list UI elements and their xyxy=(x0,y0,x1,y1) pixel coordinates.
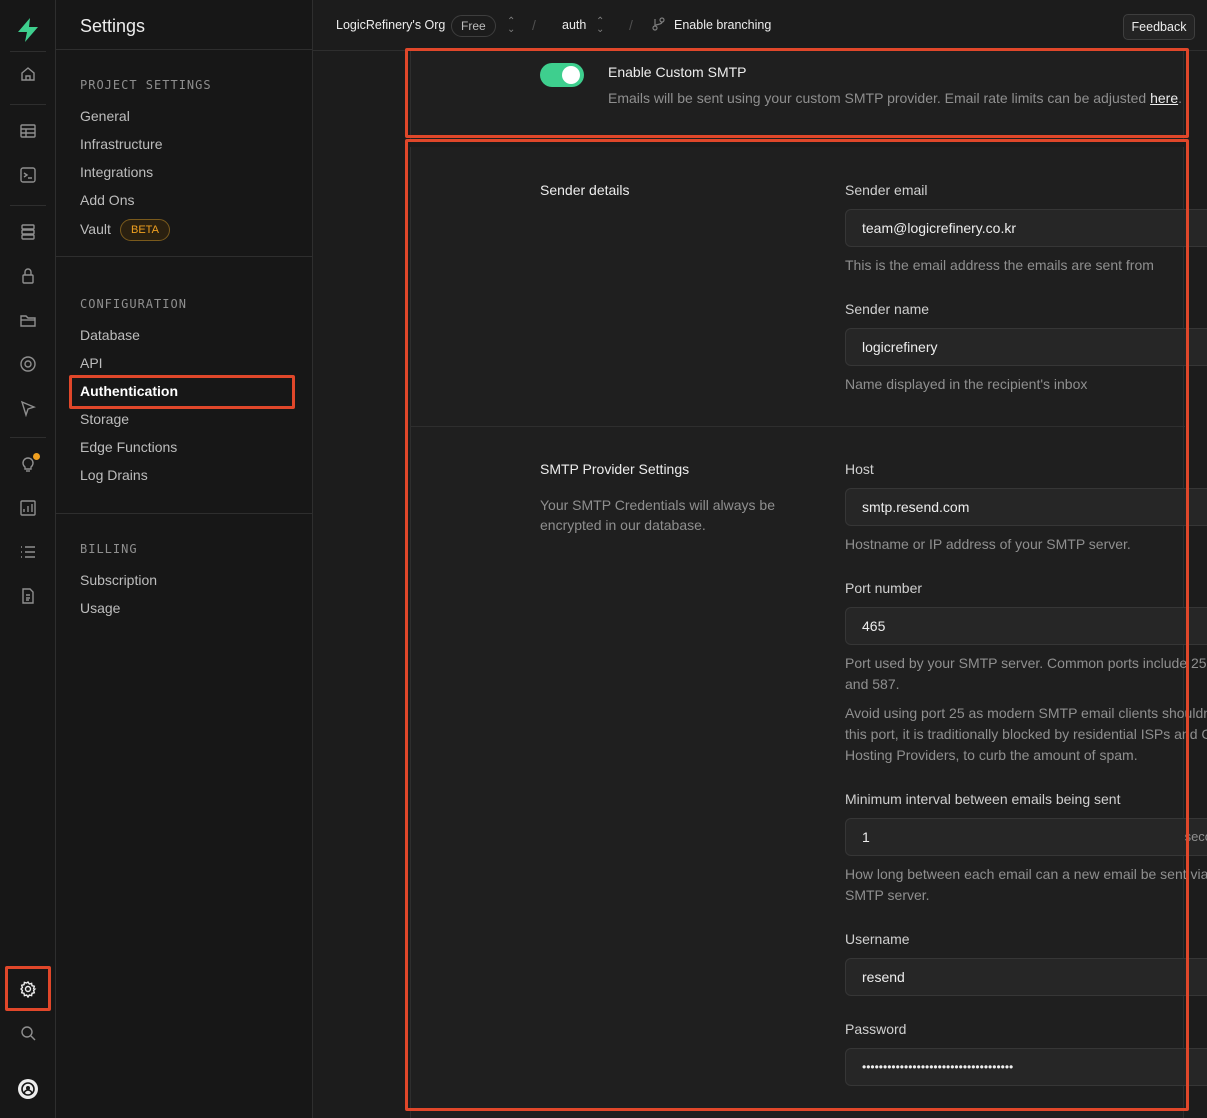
smtp-settings-highlight xyxy=(405,139,1189,1111)
menu-item-api[interactable]: API xyxy=(80,355,103,371)
menu-item-general[interactable]: General xyxy=(80,108,130,124)
supabase-logo-icon[interactable] xyxy=(14,16,42,44)
icon-rail xyxy=(0,0,56,1118)
menu-item-storage[interactable]: Storage xyxy=(80,411,129,427)
logs-icon[interactable] xyxy=(16,540,40,564)
feedback-button[interactable]: Feedback xyxy=(1123,14,1195,40)
auth-lock-icon[interactable] xyxy=(16,264,40,288)
menu-item-vault[interactable]: Vault xyxy=(80,221,111,237)
storage-icon[interactable] xyxy=(16,308,40,332)
settings-menu: Settings PROJECT SETTINGS General Infras… xyxy=(56,0,313,1118)
group-title-billing: BILLING xyxy=(80,542,138,556)
menu-item-database[interactable]: Database xyxy=(80,327,140,343)
menu-item-usage[interactable]: Usage xyxy=(80,600,120,616)
enable-branching-button[interactable]: Enable branching xyxy=(674,18,771,32)
org-switcher-chevron-icon[interactable]: ⌃ ⌄ xyxy=(507,17,515,35)
top-bar: LogicRefinery's Org Free ⌃ ⌄ / auth ⌃ ⌄ / … xyxy=(313,0,1207,51)
beta-badge: BETA xyxy=(120,219,170,241)
smtp-toggle-highlight xyxy=(405,48,1189,138)
table-editor-icon[interactable] xyxy=(16,119,40,143)
settings-highlight xyxy=(5,966,51,1011)
reports-icon[interactable] xyxy=(16,496,40,520)
search-icon[interactable] xyxy=(16,1021,40,1045)
api-docs-icon[interactable] xyxy=(16,584,40,608)
menu-item-log-drains[interactable]: Log Drains xyxy=(80,467,148,483)
org-name[interactable]: LogicRefinery's Org xyxy=(336,18,445,32)
project-name[interactable]: auth xyxy=(562,18,586,32)
edge-functions-icon[interactable] xyxy=(16,396,40,420)
breadcrumb-separator: / xyxy=(629,17,633,33)
menu-item-edge-functions[interactable]: Edge Functions xyxy=(80,439,177,455)
database-icon[interactable] xyxy=(16,220,40,244)
authentication-highlight xyxy=(69,375,295,409)
breadcrumb-separator: / xyxy=(532,17,536,33)
menu-item-integrations[interactable]: Integrations xyxy=(80,164,153,180)
user-avatar-icon[interactable] xyxy=(16,1077,40,1101)
home-icon[interactable] xyxy=(16,62,40,86)
branch-icon xyxy=(652,17,665,34)
realtime-icon[interactable] xyxy=(16,352,40,376)
settings-title: Settings xyxy=(80,16,146,36)
notification-dot xyxy=(33,453,40,460)
sql-editor-icon[interactable] xyxy=(16,163,40,187)
menu-item-add-ons[interactable]: Add Ons xyxy=(80,192,134,208)
project-switcher-chevron-icon[interactable]: ⌃ ⌄ xyxy=(596,17,604,35)
plan-badge: Free xyxy=(451,15,496,37)
menu-item-infrastructure[interactable]: Infrastructure xyxy=(80,136,162,152)
menu-item-subscription[interactable]: Subscription xyxy=(80,572,157,588)
group-title-project-settings: PROJECT SETTINGS xyxy=(80,78,212,92)
group-title-configuration: CONFIGURATION xyxy=(80,297,187,311)
